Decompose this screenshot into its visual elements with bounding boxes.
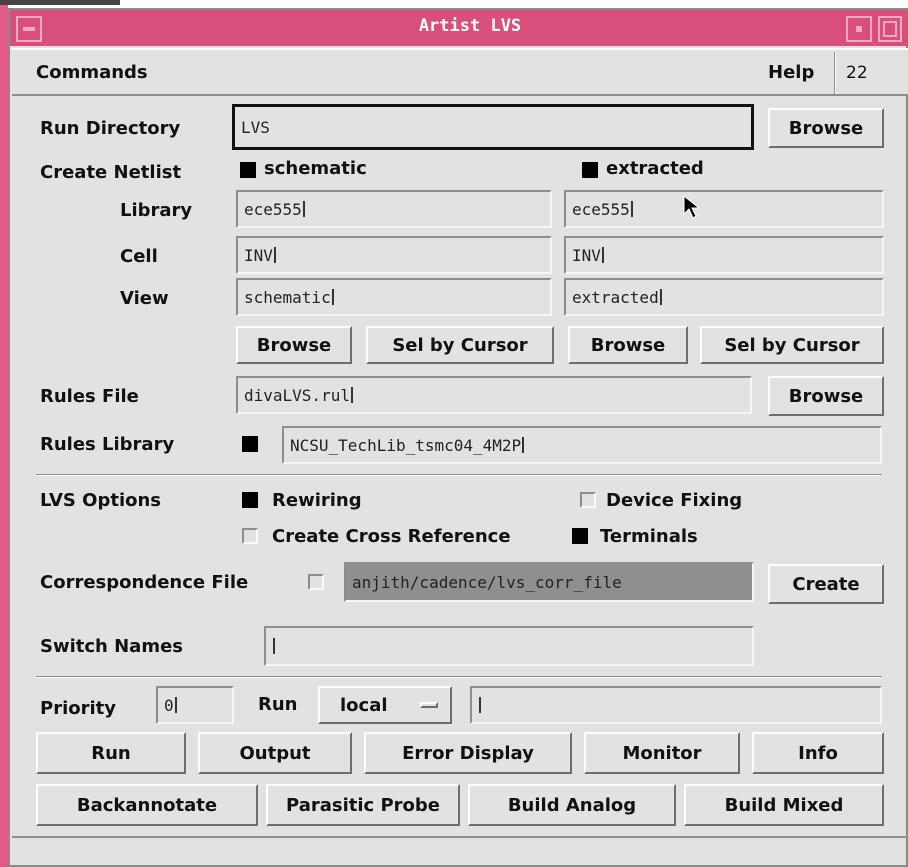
rewiring-checkbox[interactable]	[242, 492, 258, 508]
output-button[interactable]: Output	[198, 732, 352, 774]
maximize-icon	[883, 21, 897, 37]
extracted-checkbox-label: extracted	[606, 158, 704, 179]
schematic-checkbox[interactable]	[240, 162, 256, 178]
device-fixing-label: Device Fixing	[606, 490, 743, 511]
menu-divider	[834, 52, 836, 94]
extracted-view-value: extracted	[572, 287, 659, 307]
extracted-library-value: ece555	[572, 199, 630, 219]
correspondence-create-button[interactable]: Create	[768, 564, 884, 604]
lvs-options-label: LVS Options	[40, 490, 162, 511]
window-title: Artist LVS	[418, 16, 522, 36]
text-cursor	[601, 247, 604, 263]
schematic-browse-button[interactable]: Browse	[236, 326, 352, 364]
library-label: Library	[120, 200, 193, 221]
parasitic-probe-button[interactable]: Parasitic Probe	[266, 784, 460, 826]
backannotate-button[interactable]: Backannotate	[36, 784, 258, 826]
build-analog-button[interactable]: Build Analog	[468, 784, 676, 826]
cross-reference-checkbox[interactable]	[242, 528, 258, 544]
rules-library-value: NCSU_TechLib_tsmc04_4M2P	[290, 435, 522, 455]
error-display-button[interactable]: Error Display	[364, 732, 572, 774]
run-directory-input[interactable]: LVS	[232, 104, 754, 150]
schematic-library-value: ece555	[244, 199, 302, 219]
minimize-icon	[856, 26, 862, 32]
window-menu-button[interactable]	[16, 16, 42, 42]
priority-label: Priority	[40, 698, 116, 719]
text-cursor	[273, 638, 275, 654]
menu-number: 22	[846, 63, 868, 83]
correspondence-file-input[interactable]: anjith/cadence/lvs_corr_file	[344, 562, 754, 602]
switch-names-label: Switch Names	[40, 636, 184, 657]
monitor-button[interactable]: Monitor	[584, 732, 740, 774]
run-mode-value: local	[340, 694, 388, 716]
schematic-library-input[interactable]: ece555	[236, 190, 552, 228]
extracted-cell-value: INV	[572, 245, 601, 265]
create-netlist-label: Create Netlist	[40, 162, 182, 183]
schematic-cell-input[interactable]: INV	[236, 236, 552, 274]
run-host-input[interactable]	[470, 686, 882, 724]
schematic-sel-by-cursor-button[interactable]: Sel by Cursor	[366, 326, 554, 364]
top-window-edge	[0, 0, 120, 5]
view-label: View	[120, 288, 169, 309]
window-menu-icon	[23, 27, 35, 31]
rules-file-browse-button[interactable]: Browse	[768, 376, 884, 416]
section-divider	[36, 474, 882, 476]
extracted-sel-by-cursor-button[interactable]: Sel by Cursor	[700, 326, 884, 364]
run-mode-label: Run	[258, 694, 298, 715]
schematic-view-value: schematic	[244, 287, 331, 307]
rules-library-checkbox[interactable]	[242, 436, 258, 452]
rules-file-value: divaLVS.rul	[244, 385, 350, 405]
terminals-label: Terminals	[600, 526, 698, 547]
schematic-view-input[interactable]: schematic	[236, 278, 552, 316]
text-cursor	[331, 289, 334, 305]
terminals-checkbox[interactable]	[572, 528, 588, 544]
extracted-library-input[interactable]: ece555	[564, 190, 884, 228]
rewiring-label: Rewiring	[272, 490, 362, 511]
menu-commands[interactable]: Commands	[36, 62, 148, 83]
text-cursor	[350, 387, 353, 403]
dropdown-indicator-icon	[420, 702, 438, 708]
run-directory-label: Run Directory	[40, 118, 181, 139]
rules-file-label: Rules File	[40, 386, 139, 407]
schematic-checkbox-label: schematic	[264, 158, 367, 179]
menu-help[interactable]: Help	[768, 62, 814, 83]
minimize-button[interactable]	[846, 16, 872, 42]
priority-value: 0	[164, 695, 174, 715]
priority-input[interactable]: 0	[156, 686, 234, 724]
text-cursor	[174, 697, 177, 713]
cell-label: Cell	[120, 246, 158, 267]
correspondence-checkbox[interactable]	[308, 574, 324, 590]
rules-library-label: Rules Library	[40, 434, 175, 455]
text-cursor	[273, 247, 276, 263]
extracted-browse-button[interactable]: Browse	[568, 326, 688, 364]
run-directory-browse-button[interactable]: Browse	[768, 108, 884, 148]
bottom-divider	[12, 836, 908, 838]
text-cursor	[522, 437, 525, 453]
switch-names-input[interactable]	[264, 626, 754, 666]
left-window-edge	[0, 0, 8, 867]
cross-reference-label: Create Cross Reference	[272, 526, 511, 547]
extracted-cell-input[interactable]: INV	[564, 236, 884, 274]
rules-library-input[interactable]: NCSU_TechLib_tsmc04_4M2P	[282, 426, 882, 464]
maximize-button[interactable]	[878, 16, 902, 42]
device-fixing-checkbox[interactable]	[580, 492, 596, 508]
rules-file-input[interactable]: divaLVS.rul	[236, 376, 752, 414]
section-divider	[36, 676, 882, 678]
schematic-cell-value: INV	[244, 245, 273, 265]
run-mode-dropdown[interactable]: local	[318, 686, 452, 724]
extracted-view-input[interactable]: extracted	[564, 278, 884, 316]
correspondence-file-label: Correspondence File	[40, 572, 249, 593]
text-cursor	[479, 697, 481, 713]
text-cursor	[302, 201, 305, 217]
extracted-checkbox[interactable]	[582, 162, 598, 178]
text-cursor	[659, 289, 662, 305]
mouse-pointer-icon	[683, 194, 701, 219]
info-button[interactable]: Info	[752, 732, 884, 774]
text-cursor	[630, 201, 633, 217]
build-mixed-button[interactable]: Build Mixed	[684, 784, 884, 826]
run-button[interactable]: Run	[36, 732, 186, 774]
